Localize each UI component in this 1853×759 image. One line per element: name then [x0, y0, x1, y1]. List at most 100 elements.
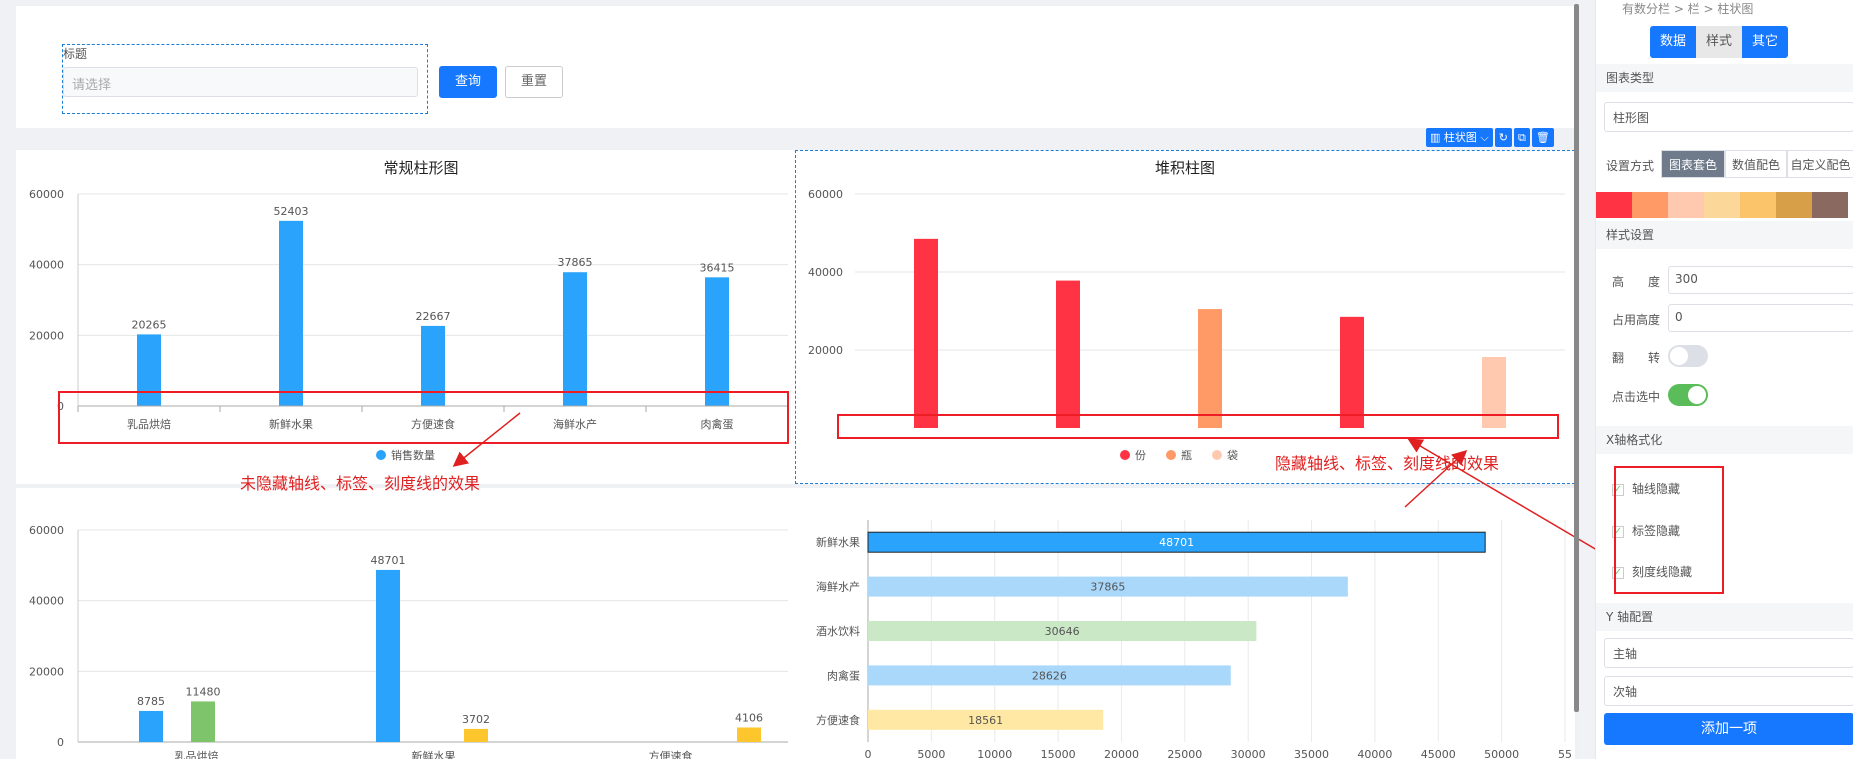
color-mode-theme[interactable]: 图表套色 [1661, 150, 1725, 178]
y-tick-label: 20000 [29, 329, 64, 342]
style-section: 样式设置 [1596, 221, 1853, 249]
annotation-left: 未隐藏轴线、标签、刻度线的效果 [240, 474, 481, 493]
height-label: 高 度 [1612, 275, 1661, 289]
refresh-icon[interactable]: ↻ [1494, 128, 1512, 147]
x-tick-label: 新鲜水果 [412, 749, 456, 759]
x-tick-label: 40000 [1357, 748, 1392, 759]
bar [563, 272, 587, 406]
click-select-toggle[interactable] [1668, 384, 1708, 406]
color-mode-custom[interactable]: 自定义配色 [1787, 150, 1853, 178]
tab-data[interactable]: 数据 [1650, 26, 1697, 58]
tab-other[interactable]: 其它 [1742, 26, 1789, 58]
occupy-height-input[interactable]: 0 [1668, 304, 1853, 332]
chart-type-label: 柱状图 [1443, 131, 1477, 144]
primary-axis-input[interactable]: 主轴 [1604, 638, 1853, 668]
data-label: 37865 [558, 256, 593, 269]
copy-icon[interactable]: ⧉ [1513, 128, 1530, 147]
x-tick-label: 30000 [1231, 748, 1266, 759]
y-tick-label: 40000 [29, 595, 64, 608]
x-tick-label: 5000 [917, 748, 945, 759]
flip-toggle[interactable] [1668, 345, 1708, 367]
x-tick-label: 0 [865, 748, 872, 759]
bar [737, 727, 761, 742]
y-tick-label: 新鲜水果 [816, 535, 860, 549]
annotation-box-right [837, 414, 1559, 439]
breadcrumb: 有数分栏 > 栏 > 柱状图 [1622, 2, 1754, 16]
bar [705, 277, 729, 406]
tab-style[interactable]: 样式 [1696, 26, 1743, 58]
annotation-box-checks [1614, 466, 1724, 594]
data-label: 18561 [968, 714, 1003, 727]
filter-field: 标题 请选择 [62, 44, 428, 114]
data-label: 30646 [1045, 625, 1080, 638]
chart-horizontal: 条形图0500010000150002000025000300003500040… [816, 520, 1572, 759]
chart-type-switch[interactable]: ▥ 柱状图 ⌵ [1426, 128, 1493, 147]
data-label: 48701 [371, 554, 406, 567]
palette-swatch[interactable] [1668, 192, 1704, 218]
data-label: 20265 [132, 318, 167, 331]
chart-type-select[interactable]: 柱形图 [1604, 102, 1853, 132]
palette-swatch[interactable] [1740, 192, 1776, 218]
data-label: 4106 [735, 711, 763, 724]
y-tick-label: 酒水饮料 [816, 624, 860, 638]
data-label: 36415 [700, 261, 735, 274]
reset-button[interactable]: 重置 [505, 66, 563, 98]
y-tick-label: 海鲜水产 [816, 580, 860, 594]
data-label: 22667 [416, 310, 451, 323]
palette-swatch[interactable] [1776, 192, 1812, 218]
settings-panel: 有数分栏 > 栏 > 柱状图 数据 样式 其它 图表类型 柱形图 设置方式 图表… [1595, 0, 1853, 759]
yaxis-section: Y 轴配置 [1596, 603, 1853, 631]
chart-panel-horizontal[interactable]: 条形图0500010000150002000025000300003500040… [795, 488, 1575, 759]
data-label: 11480 [186, 685, 221, 698]
palette-swatch[interactable] [1632, 192, 1668, 218]
query-button[interactable]: 查询 [439, 66, 497, 98]
data-label: 3702 [462, 713, 490, 726]
x-tick-label: 35000 [1294, 748, 1329, 759]
legend-label: 销售数量 [391, 448, 435, 462]
delete-icon[interactable]: 🗑 [1531, 128, 1554, 147]
add-item-button[interactable]: 添加一项 [1604, 713, 1853, 745]
data-label: 37865 [1090, 581, 1125, 594]
x-tick-label: 25000 [1167, 748, 1202, 759]
palette-swatch[interactable] [1596, 192, 1632, 218]
x-tick-label: 方便速食 [649, 749, 693, 759]
color-mode-label: 设置方式 [1606, 159, 1655, 173]
y-tick-label: 20000 [29, 665, 64, 678]
data-label: 48701 [1159, 536, 1194, 549]
bar [139, 710, 163, 742]
data-label: 52403 [274, 205, 309, 218]
palette-swatch[interactable] [1704, 192, 1740, 218]
filter-label: 标题 [63, 47, 88, 61]
bar [376, 569, 400, 742]
y-tick-label: 0 [57, 736, 64, 749]
x-tick-label: 45000 [1421, 748, 1456, 759]
occupy-height-label: 占用高度 [1612, 313, 1661, 327]
palette-swatch[interactable] [1812, 192, 1848, 218]
chart-toolbar: ▥ 柱状图 ⌵ ↻ ⧉ 🗑 [1426, 128, 1554, 147]
y-tick-label: 60000 [29, 188, 64, 201]
bar [279, 220, 303, 406]
canvas-scrollbar[interactable] [1574, 4, 1579, 712]
bar [464, 728, 488, 742]
chart-type-section: 图表类型 [1596, 64, 1853, 92]
y-tick-label: 40000 [29, 259, 64, 272]
color-mode-value[interactable]: 数值配色 [1725, 150, 1787, 178]
x-tick-label: 50000 [1484, 748, 1519, 759]
click-select-label: 点击选中 [1612, 390, 1661, 404]
annotation-box-left [58, 391, 789, 444]
height-input[interactable]: 300 [1668, 266, 1853, 294]
legend-marker [376, 450, 386, 460]
flip-label: 翻 转 [1612, 351, 1661, 365]
secondary-axis-input[interactable]: 次轴 [1604, 676, 1853, 706]
x-tick-label: 20000 [1104, 748, 1139, 759]
settings-tabs: 数据 样式 其它 [1650, 26, 1789, 58]
filter-select[interactable]: 请选择 [63, 67, 418, 97]
chart-panel-grouped[interactable]: 并列柱图0200004000060000878511480乳品烘焙4870137… [16, 488, 795, 759]
annotation-right: 隐藏轴线、标签、刻度线的效果 [1275, 454, 1500, 473]
chart-grouped: 并列柱图0200004000060000878511480乳品烘焙4870137… [29, 524, 788, 759]
x-tick-label: 15000 [1041, 748, 1076, 759]
bar [191, 701, 215, 742]
dashboard-canvas: 标题 请选择 查询 重置 常规柱形图 0 20000 40000 60000 20265 乳… [0, 0, 1615, 759]
data-label: 8785 [137, 695, 165, 708]
xaxis-section: X轴格式化 [1596, 426, 1853, 454]
